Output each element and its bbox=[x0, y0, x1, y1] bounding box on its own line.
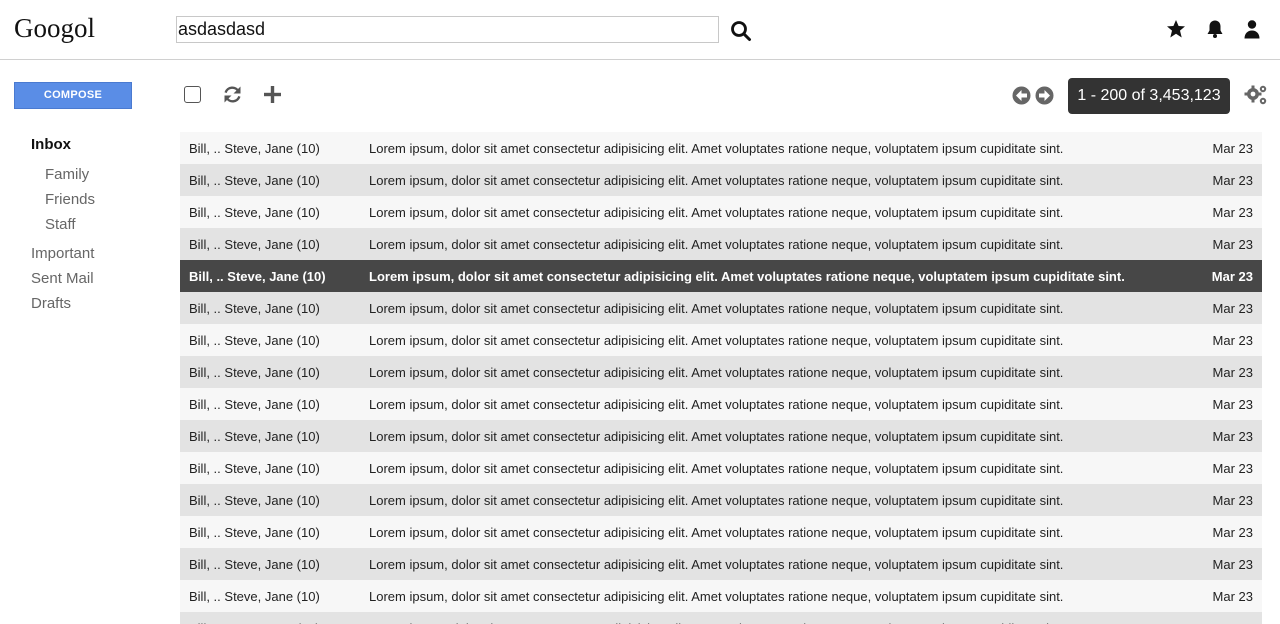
message-subject: Lorem ipsum, dolor sit amet consectetur … bbox=[369, 492, 1064, 508]
message-from: Bill, .. Steve, Jane (10) bbox=[189, 492, 320, 508]
message-from: Bill, .. Steve, Jane (10) bbox=[189, 204, 320, 220]
message-row[interactable]: Bill, .. Steve, Jane (10) Lorem ipsum, do… bbox=[180, 452, 1262, 484]
message-date: Mar 23 bbox=[1202, 621, 1262, 624]
message-date: Mar 23 bbox=[1212, 332, 1253, 348]
message-row[interactable]: Bill, .. Steve, Jane (10) Lorem ipsum, do… bbox=[180, 132, 1262, 164]
prev-page-icon[interactable] bbox=[1012, 86, 1031, 105]
message-date: Mar 23 bbox=[1212, 364, 1253, 380]
message-from: Bill, .. Steve, Jane (10) bbox=[189, 588, 320, 604]
message-date: Mar 23 bbox=[1212, 556, 1253, 572]
message-subject: Lorem ipsum, dolor sit amet consectetur … bbox=[369, 364, 1064, 380]
message-row[interactable]: Bill, .. Steve, Jane (10) Lorem ipsum, do… bbox=[180, 420, 1262, 452]
sidebar-item-important[interactable]: Important bbox=[31, 245, 94, 262]
message-from: Bill, .. Steve, Jane (10) bbox=[180, 621, 369, 624]
message-row[interactable]: Bill, .. Steve, Jane (10) Lorem ipsum, do… bbox=[180, 292, 1262, 324]
message-from: Bill, .. Steve, Jane (10) bbox=[189, 428, 320, 444]
message-subject: Lorem ipsum, dolor sit amet consectetur … bbox=[369, 236, 1064, 252]
message-row[interactable]: Bill, .. Steve, Jane (10) Lorem ipsum, do… bbox=[180, 388, 1262, 420]
user-icon[interactable] bbox=[1242, 19, 1262, 39]
message-from: Bill, .. Steve, Jane (10) bbox=[189, 524, 320, 540]
refresh-icon[interactable] bbox=[222, 84, 243, 105]
message-from: Bill, .. Steve, Jane (10) bbox=[189, 172, 320, 188]
message-row[interactable]: Bill, .. Steve, Jane (10) Lorem ipsum, do… bbox=[180, 196, 1262, 228]
message-subject: Lorem ipsum, dolor sit amet consectetur … bbox=[369, 396, 1064, 412]
plus-icon[interactable] bbox=[263, 85, 282, 104]
message-date: Mar 23 bbox=[1212, 300, 1253, 316]
sidebar-item-inbox[interactable]: Inbox bbox=[31, 136, 71, 153]
sidebar-item-sent-mail[interactable]: Sent Mail bbox=[31, 270, 94, 287]
message-date: Mar 23 bbox=[1212, 396, 1253, 412]
pagination-count: 1 - 200 of 3,453,123 bbox=[1068, 78, 1230, 114]
search-icon[interactable] bbox=[730, 20, 752, 42]
message-subject: Lorem ipsum, dolor sit amet consectetur … bbox=[369, 524, 1064, 540]
message-row[interactable]: Bill, .. Steve, Jane (10) Lorem ipsum, do… bbox=[180, 516, 1262, 548]
message-from: Bill, .. Steve, Jane (10) bbox=[189, 460, 320, 476]
message-from: Bill, .. Steve, Jane (10) bbox=[189, 300, 320, 316]
message-date: Mar 23 bbox=[1212, 172, 1253, 188]
message-row[interactable]: Bill, .. Steve, Jane (10) Lorem ipsum, do… bbox=[180, 228, 1262, 260]
message-row[interactable]: Bill, .. Steve, Jane (10) Lorem ipsum, do… bbox=[180, 260, 1262, 292]
message-subject: Lorem ipsum, dolor sit amet consectetur … bbox=[369, 332, 1064, 348]
search-input[interactable] bbox=[176, 16, 719, 43]
message-row[interactable]: Bill, .. Steve, Jane (10) Lorem ipsum, do… bbox=[180, 580, 1262, 612]
message-date: Mar 23 bbox=[1211, 268, 1253, 284]
message-from: Bill, .. Steve, Jane (10) bbox=[189, 364, 320, 380]
message-subject: Lorem ipsum, dolor sit amet consectetur … bbox=[369, 428, 1064, 444]
message-row[interactable]: Bill, .. Steve, Jane (10) Lorem ipsum, do… bbox=[180, 164, 1262, 196]
message-date: Mar 23 bbox=[1212, 588, 1253, 604]
message-from: Bill, .. Steve, Jane (10) bbox=[189, 236, 320, 252]
message-row[interactable]: Bill, .. Steve, Jane (10) Lorem ipsum, do… bbox=[180, 356, 1262, 388]
message-subject: Lorem ipsum, dolor sit amet consectetur … bbox=[369, 204, 1064, 220]
message-row[interactable]: Bill, .. Steve, Jane (10) Lorem ipsum, do… bbox=[180, 484, 1262, 516]
message-from: Bill, .. Steve, Jane (10) bbox=[189, 396, 320, 412]
message-from: Bill, .. Steve, Jane (10) bbox=[189, 140, 320, 156]
message-date: Mar 23 bbox=[1212, 236, 1253, 252]
message-date: Mar 23 bbox=[1212, 140, 1253, 156]
message-row[interactable]: Bill, .. Steve, Jane (10) Lorem ipsum, do… bbox=[180, 548, 1262, 580]
message-date: Mar 23 bbox=[1212, 204, 1253, 220]
message-subject: Lorem ipsum, dolor sit amet consectetur … bbox=[369, 300, 1064, 316]
sidebar-item-staff[interactable]: Staff bbox=[45, 216, 76, 233]
message-from: Bill, .. Steve, Jane (10) bbox=[189, 268, 326, 284]
app-logo[interactable]: Googol bbox=[14, 13, 95, 44]
message-date: Mar 23 bbox=[1212, 492, 1253, 508]
message-subject: Lorem ipsum, dolor sit amet consectetur … bbox=[369, 460, 1064, 476]
message-row[interactable]: Bill, .. Steve, Jane (10)Lorem ipsum, do… bbox=[180, 612, 1262, 624]
sidebar-item-family[interactable]: Family bbox=[45, 166, 89, 183]
message-subject: Lorem ipsum, dolor sit amet consectetur … bbox=[369, 140, 1064, 156]
next-page-icon[interactable] bbox=[1035, 86, 1054, 105]
sidebar-item-friends[interactable]: Friends bbox=[45, 191, 95, 208]
message-row[interactable]: Bill, .. Steve, Jane (10) Lorem ipsum, do… bbox=[180, 324, 1262, 356]
message-subject: Lorem ipsum, dolor sit amet consectetur … bbox=[369, 621, 1202, 624]
message-subject: Lorem ipsum, dolor sit amet consectetur … bbox=[369, 588, 1064, 604]
settings-gears-icon[interactable] bbox=[1244, 84, 1268, 106]
message-date: Mar 23 bbox=[1212, 524, 1253, 540]
sidebar-item-drafts[interactable]: Drafts bbox=[31, 295, 71, 312]
compose-button[interactable]: COMPOSE bbox=[14, 82, 132, 109]
message-date: Mar 23 bbox=[1212, 460, 1253, 476]
select-all-checkbox[interactable] bbox=[184, 86, 201, 103]
message-from: Bill, .. Steve, Jane (10) bbox=[189, 556, 320, 572]
message-from: Bill, .. Steve, Jane (10) bbox=[189, 332, 320, 348]
bell-icon[interactable] bbox=[1205, 19, 1225, 39]
message-subject: Lorem ipsum, dolor sit amet consectetur … bbox=[369, 172, 1064, 188]
message-subject: Lorem ipsum, dolor sit amet consectetur … bbox=[369, 556, 1064, 572]
message-subject: Lorem ipsum, dolor sit amet consectetur … bbox=[369, 268, 1125, 284]
top-header: Googol bbox=[0, 0, 1280, 60]
message-list: Bill, .. Steve, Jane (10) Lorem ipsum, do… bbox=[180, 132, 1262, 624]
message-date: Mar 23 bbox=[1212, 428, 1253, 444]
star-icon[interactable] bbox=[1166, 19, 1186, 39]
